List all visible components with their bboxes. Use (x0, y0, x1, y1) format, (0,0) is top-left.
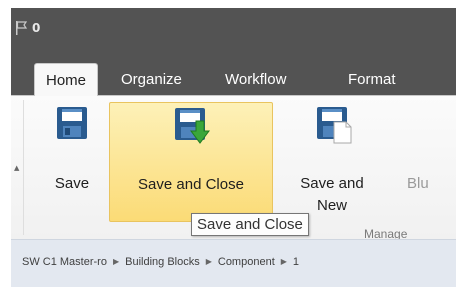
save-and-new-label: Save and New (300, 175, 364, 214)
floppy-disk-icon (57, 107, 87, 139)
ribbon-tabs: Home Organize Workflow Format (11, 50, 456, 97)
breadcrumb: SW C1 Master-ro ▶ Building Blocks ▶ Componen… (11, 239, 456, 287)
breadcrumb-separator-icon: ▶ (112, 257, 120, 266)
breadcrumb-separator-icon: ▶ (205, 257, 212, 266)
save-label: Save (54, 175, 90, 192)
title-bar: 0 (11, 8, 456, 50)
save-and-new-button[interactable]: Save and New (289, 102, 375, 220)
breadcrumb-item[interactable]: SW C1 Master-ro (22, 256, 107, 268)
tooltip: Save and Close (191, 213, 309, 236)
app-window: 0 Home Organize Workflow Format ▲ Save S… (11, 8, 456, 287)
save-button[interactable]: Save (44, 102, 100, 220)
group-divider (23, 100, 24, 235)
breadcrumb-item[interactable]: Building Blocks (125, 256, 200, 268)
partial-button-label: Blu (407, 175, 429, 192)
tab-organize[interactable]: Organize (121, 65, 182, 95)
partial-ribbon-button[interactable]: Blu (407, 102, 456, 220)
breadcrumb-item[interactable]: Component (218, 256, 275, 268)
breadcrumb-separator-icon: ▶ (280, 257, 287, 266)
tab-format[interactable]: Format (348, 65, 396, 95)
save-and-close-button[interactable]: Save and Close (109, 102, 273, 222)
collapse-arrow-icon[interactable]: ▲ (14, 164, 19, 172)
flag-icon (16, 21, 28, 35)
save-and-close-label: Save and Close (138, 176, 244, 193)
save-and-close-icon (175, 108, 210, 144)
tab-workflow[interactable]: Workflow (225, 65, 286, 95)
title-count: 0 (32, 21, 41, 35)
save-and-new-icon (317, 107, 352, 144)
tab-home[interactable]: Home (34, 63, 99, 97)
breadcrumb-item[interactable]: 1 (293, 256, 299, 268)
